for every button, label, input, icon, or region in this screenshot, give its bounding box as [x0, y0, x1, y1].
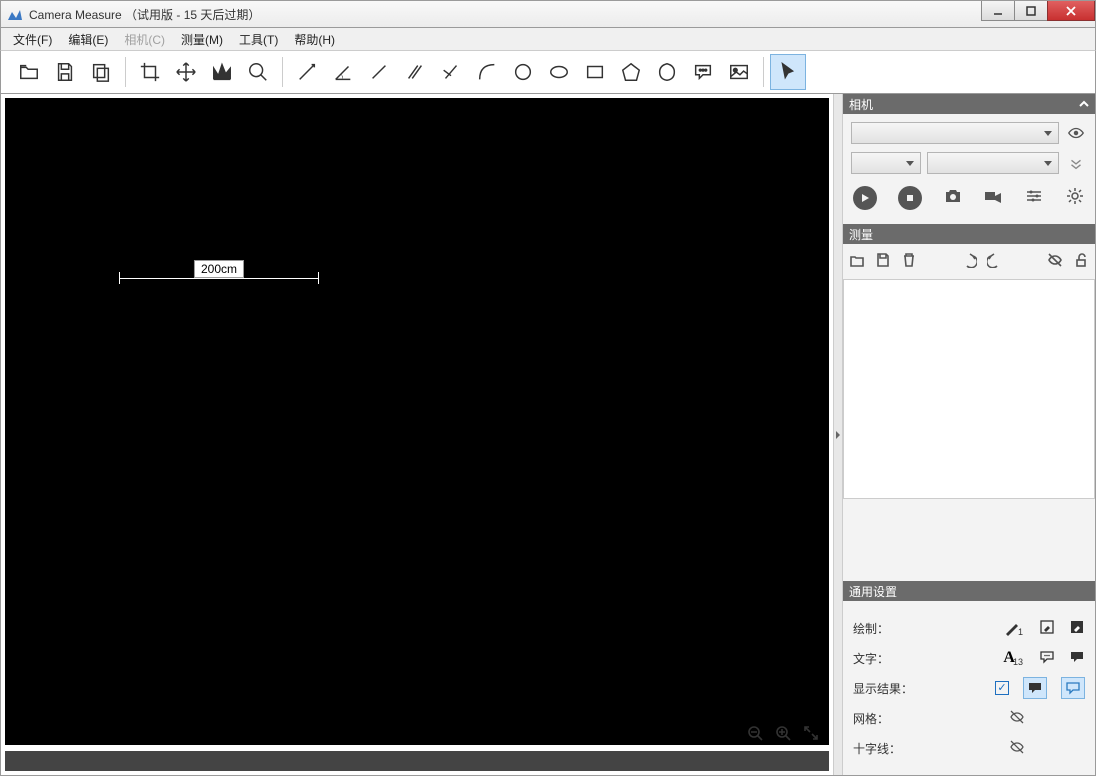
undo-button[interactable] — [961, 252, 977, 271]
camera-panel-title: 相机 — [849, 96, 873, 113]
redo-button[interactable] — [987, 252, 1003, 271]
zoom-out-button[interactable] — [745, 723, 765, 743]
snapshot-button[interactable] — [943, 186, 963, 210]
measure-open-button[interactable] — [849, 252, 865, 271]
measure-save-button[interactable] — [875, 252, 891, 271]
move-button[interactable] — [168, 54, 204, 90]
text-bubble-fill-button[interactable] — [1069, 649, 1085, 668]
camera-expand-button[interactable] — [1065, 152, 1087, 174]
camera-resolution-select[interactable] — [851, 152, 921, 174]
result-bubble-fill-button[interactable] — [1023, 677, 1047, 699]
canvas-wrap: 200cm — [1, 94, 833, 775]
crosshair-visibility-button[interactable] — [1009, 739, 1025, 758]
open-button[interactable] — [11, 54, 47, 90]
circle-button[interactable] — [505, 54, 541, 90]
side-panel: 相机 测量 — [843, 94, 1095, 775]
ellipse-button[interactable] — [541, 54, 577, 90]
measurement-overlay[interactable]: 200cm — [119, 278, 319, 279]
measurement-line — [119, 278, 319, 279]
annotation-button[interactable] — [685, 54, 721, 90]
separator — [125, 57, 126, 87]
polygon-button[interactable] — [649, 54, 685, 90]
text-bubble-outline-button[interactable] — [1039, 649, 1055, 668]
arc-button[interactable] — [469, 54, 505, 90]
result-bubble-outline-button[interactable] — [1061, 677, 1085, 699]
adjust-button[interactable] — [1024, 186, 1044, 210]
window-title: Camera Measure （试用版 - 15 天后过期） — [29, 6, 982, 23]
menu-tools[interactable]: 工具(T) — [231, 28, 286, 51]
play-button[interactable] — [853, 186, 877, 210]
settings-panel-header[interactable]: 通用设置 — [843, 581, 1095, 601]
histogram-button[interactable] — [204, 54, 240, 90]
fullscreen-button[interactable] — [801, 723, 821, 743]
pentagon-button[interactable] — [613, 54, 649, 90]
draw-label: 绘制： — [853, 620, 923, 637]
chevron-up-icon — [1079, 99, 1089, 109]
point-line-button[interactable] — [433, 54, 469, 90]
camera-format-select[interactable] — [927, 152, 1059, 174]
save-button[interactable] — [47, 54, 83, 90]
measure-panel-title: 测量 — [849, 226, 873, 243]
measure-hide-button[interactable] — [1047, 252, 1063, 271]
zoom-in-button[interactable] — [773, 723, 793, 743]
rectangle-button[interactable] — [577, 54, 613, 90]
measure-panel-header[interactable]: 测量 — [843, 224, 1095, 244]
measure-toolbar — [843, 244, 1095, 279]
menu-file[interactable]: 文件(F) — [5, 28, 60, 51]
toolbar — [0, 50, 1096, 94]
camera-visibility-button[interactable] — [1065, 122, 1087, 144]
zoom-button[interactable] — [240, 54, 276, 90]
font-size-button[interactable]: A13 — [1003, 649, 1025, 667]
measure-panel-body — [843, 244, 1095, 499]
show-result-checkbox[interactable] — [995, 681, 1009, 695]
settings-button[interactable] — [1065, 186, 1085, 210]
measure-list[interactable] — [843, 279, 1095, 499]
line-button[interactable] — [361, 54, 397, 90]
app-icon — [7, 6, 23, 22]
canvas[interactable]: 200cm — [5, 98, 829, 745]
image-button[interactable] — [721, 54, 757, 90]
pen-size-button[interactable]: 1 — [1004, 620, 1025, 636]
pointer-button[interactable] — [770, 54, 806, 90]
calibrate-button[interactable] — [289, 54, 325, 90]
title-bar: Camera Measure （试用版 - 15 天后过期） — [0, 0, 1096, 28]
maximize-button[interactable] — [1014, 1, 1048, 21]
settings-panel-body: 绘制： 1 文字： A13 显示结果： — [843, 601, 1095, 775]
parallel-button[interactable] — [397, 54, 433, 90]
measure-lock-button[interactable] — [1073, 252, 1089, 271]
grid-visibility-button[interactable] — [1009, 709, 1025, 728]
result-label: 显示结果： — [853, 680, 923, 697]
side-collapse-handle[interactable] — [833, 94, 843, 775]
cross-label: 十字线： — [853, 740, 923, 757]
menu-measure[interactable]: 测量(M) — [173, 28, 231, 51]
camera-select[interactable] — [851, 122, 1059, 144]
main-area: 200cm 相机 — [0, 94, 1096, 776]
camera-panel-header[interactable]: 相机 — [843, 94, 1095, 114]
text-label: 文字： — [853, 650, 923, 667]
minimize-button[interactable] — [981, 1, 1015, 21]
menu-help[interactable]: 帮助(H) — [286, 28, 343, 51]
record-button[interactable] — [983, 186, 1003, 210]
separator — [763, 57, 764, 87]
angle-button[interactable] — [325, 54, 361, 90]
menu-bar: 文件(F) 编辑(E) 相机(C) 测量(M) 工具(T) 帮助(H) — [0, 28, 1096, 50]
camera-panel-body — [843, 114, 1095, 218]
canvas-controls — [745, 723, 821, 743]
stop-button[interactable] — [898, 186, 922, 210]
menu-edit[interactable]: 编辑(E) — [60, 28, 116, 51]
copy-button[interactable] — [83, 54, 119, 90]
close-button[interactable] — [1047, 1, 1095, 21]
measurement-label: 200cm — [194, 260, 244, 278]
menu-camera[interactable]: 相机(C) — [116, 28, 173, 51]
grid-label: 网格： — [853, 710, 923, 727]
edit-draw-button[interactable] — [1039, 619, 1055, 638]
separator — [282, 57, 283, 87]
settings-panel-title: 通用设置 — [849, 583, 897, 600]
measure-delete-button[interactable] — [901, 252, 917, 271]
crop-button[interactable] — [132, 54, 168, 90]
color-button[interactable] — [1069, 619, 1085, 638]
bottom-scrollbar[interactable] — [5, 751, 829, 771]
